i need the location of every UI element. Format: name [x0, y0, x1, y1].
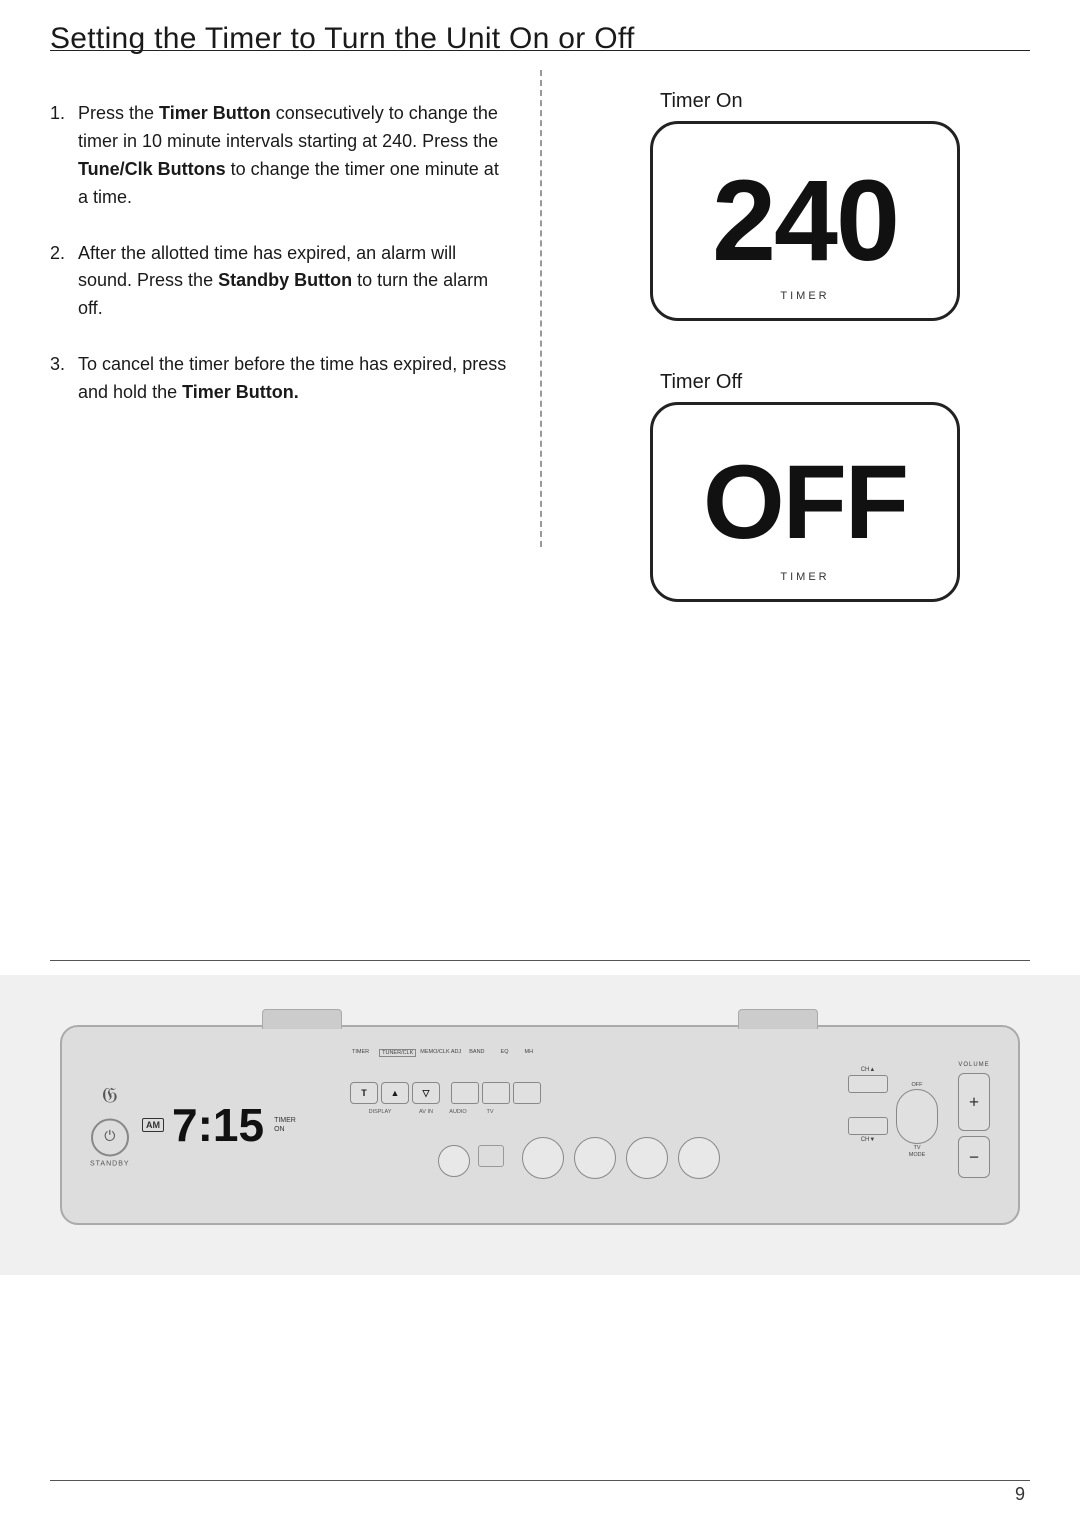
list-item: 3. To cancel the timer before the time h… — [50, 351, 510, 407]
am-badge: AM — [142, 1118, 164, 1132]
ch-up-button[interactable] — [848, 1075, 888, 1093]
eq-button[interactable] — [513, 1082, 541, 1104]
memo-clk-adj-label: MEMO/CLK ADJ — [420, 1049, 461, 1055]
timer-off-value: OFF — [703, 450, 907, 555]
timer-on-display: 240 TIMER — [650, 121, 960, 321]
tv-mode-label: TV — [913, 1145, 920, 1151]
main-button-row: T ▲ ▽ — [350, 1082, 541, 1104]
audio-sub-label: AUDIO — [442, 1109, 474, 1115]
right-ch-group: CH▲ — [848, 1067, 888, 1093]
instruction-number: 1. — [50, 100, 78, 212]
device-tab-right — [738, 1009, 818, 1029]
standby-label: STANDBY — [90, 1161, 130, 1168]
instruction-number: 3. — [50, 351, 78, 407]
main-content: 1. Press the Timer Button consecutively … — [50, 70, 1030, 602]
device-area: 𝔊 ⏻ STANDBY AM 7:15 TIMER ON TIMER TUNER… — [0, 975, 1080, 1275]
memo-button[interactable] — [451, 1082, 479, 1104]
sub-labels-row: DISPLAY AV IN AUDIO TV — [350, 1109, 506, 1115]
timer-button[interactable]: T — [350, 1082, 378, 1104]
timer-on-device-label: TIMER ON — [274, 1116, 296, 1134]
timer-on-unit: Timer On 240 TIMER — [650, 90, 960, 321]
volume-down-button[interactable]: − — [958, 1136, 990, 1178]
bottom-rule — [50, 1480, 1030, 1481]
circle-btn-3[interactable] — [574, 1137, 616, 1179]
text-column: 1. Press the Timer Button consecutively … — [50, 70, 540, 602]
instruction-number: 2. — [50, 240, 78, 324]
brand-logo-icon: 𝔊 — [102, 1083, 118, 1109]
mh-label: MH — [524, 1049, 533, 1055]
tune-up-button[interactable]: ▲ — [381, 1082, 409, 1104]
timer-on-value: 240 — [712, 164, 898, 279]
off-scan-tv-mode-button[interactable] — [896, 1089, 938, 1144]
tuner-clk-bracket: TUNER/CLK — [379, 1049, 416, 1057]
standby-section: 𝔊 ⏻ STANDBY — [90, 1083, 130, 1168]
mode-label: MODE — [909, 1152, 926, 1158]
timer-on-sub-label: TIMER — [780, 290, 829, 302]
volume-up-button[interactable]: + — [958, 1073, 990, 1131]
timer-off-display: OFF TIMER — [650, 402, 960, 602]
instruction-text-2: After the allotted time has expired, an … — [78, 240, 510, 324]
power-icon: ⏻ — [104, 1130, 115, 1146]
right-ch-down-group: CH▼ — [848, 1117, 888, 1143]
tune-down-icon: ▽ — [423, 1088, 430, 1099]
page-container: Setting the Timer to Turn the Unit On or… — [0, 0, 1080, 1527]
ch-down-label: CH▼ — [861, 1137, 876, 1143]
display-sub-label: DISPLAY — [350, 1109, 410, 1115]
av-in-sub-label: AV IN — [410, 1109, 442, 1115]
volume-label: VOLUME — [958, 1062, 989, 1068]
tune-up-icon: ▲ — [391, 1088, 400, 1098]
tune-down-button[interactable]: ▽ — [412, 1082, 440, 1104]
circle-buttons-row — [438, 1145, 504, 1177]
off-scan-label: OFF — [912, 1082, 923, 1088]
instruction-text-1: Press the Timer Button consecutively to … — [78, 100, 510, 212]
device-illustration: 𝔊 ⏻ STANDBY AM 7:15 TIMER ON TIMER TUNER… — [60, 1025, 1020, 1225]
standby-button[interactable]: ⏻ — [91, 1119, 129, 1157]
list-item: 2. After the allotted time has expired, … — [50, 240, 510, 324]
ch-up-label: CH▲ — [861, 1067, 876, 1073]
section-rule — [50, 960, 1030, 961]
timer-off-sub-label: TIMER — [780, 571, 829, 583]
band-button[interactable] — [482, 1082, 510, 1104]
timer-btn-label: T — [361, 1088, 367, 1098]
display-column: Timer On 240 TIMER Timer Off OFF TIMER — [540, 70, 1030, 602]
ch-down-button[interactable] — [848, 1117, 888, 1135]
list-item: 1. Press the Timer Button consecutively … — [50, 100, 510, 212]
off-scan-tv-mode-group: OFF TV MODE — [896, 1082, 938, 1158]
page-number: 9 — [1015, 1484, 1025, 1505]
clock-time: 7:15 — [172, 1102, 264, 1148]
circle-btn-5[interactable] — [678, 1137, 720, 1179]
square-btn-1[interactable] — [478, 1145, 504, 1167]
timer-top-label: TIMER — [352, 1049, 369, 1055]
device-tab-left — [262, 1009, 342, 1029]
volume-group: VOLUME + − — [958, 1062, 990, 1178]
circle-btn-2[interactable] — [522, 1137, 564, 1179]
instruction-list: 1. Press the Timer Button consecutively … — [50, 100, 510, 407]
band-label: BAND — [469, 1049, 484, 1055]
eq-label: EQ — [501, 1049, 509, 1055]
top-rule — [50, 50, 1030, 51]
tv-sub-label: TV — [474, 1109, 506, 1115]
top-labels-area: TIMER TUNER/CLK MEMO/CLK ADJ BAND EQ MH — [352, 1049, 533, 1057]
timer-on-label: Timer On — [660, 90, 743, 113]
instruction-text-3: To cancel the timer before the time has … — [78, 351, 510, 407]
timer-off-label: Timer Off — [660, 371, 742, 394]
clock-section: AM 7:15 TIMER ON — [142, 1102, 296, 1148]
large-circle-buttons — [522, 1137, 720, 1179]
circle-btn-1[interactable] — [438, 1145, 470, 1177]
timer-off-unit: Timer Off OFF TIMER — [650, 371, 960, 602]
circle-btn-4[interactable] — [626, 1137, 668, 1179]
